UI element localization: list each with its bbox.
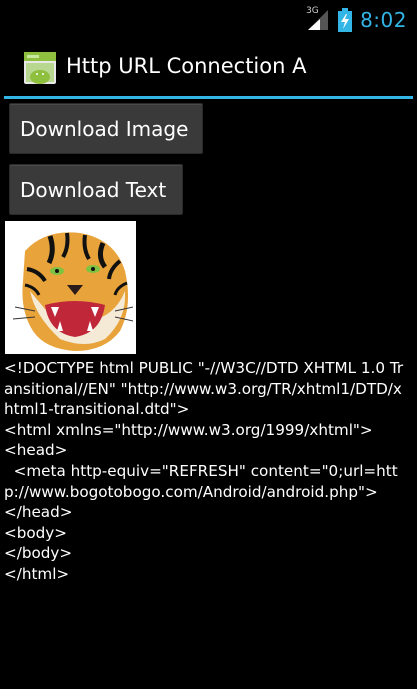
battery-charging-icon xyxy=(338,8,353,32)
downloaded-text: <!DOCTYPE html PUBLIC "-//W3C//DTD XHTML… xyxy=(4,359,404,583)
download-image-button[interactable]: Download Image xyxy=(9,103,203,154)
downloaded-image xyxy=(5,221,136,354)
download-text-button[interactable]: Download Text xyxy=(9,164,183,215)
signal-icon xyxy=(308,10,329,30)
android-app-icon[interactable] xyxy=(24,52,56,84)
clock: 8:02 xyxy=(360,8,407,32)
tiger-image xyxy=(5,221,136,354)
app-screen: 3G 8:02 Http URL Connection A Download I… xyxy=(0,0,417,689)
page-title: Http URL Connection A xyxy=(66,54,307,78)
action-bar-divider xyxy=(4,96,413,99)
signal-indicator: 3G xyxy=(306,6,330,32)
status-bar: 3G 8:02 xyxy=(0,0,417,40)
status-icons: 3G 8:02 xyxy=(306,6,407,34)
action-bar: Http URL Connection A xyxy=(0,40,417,96)
